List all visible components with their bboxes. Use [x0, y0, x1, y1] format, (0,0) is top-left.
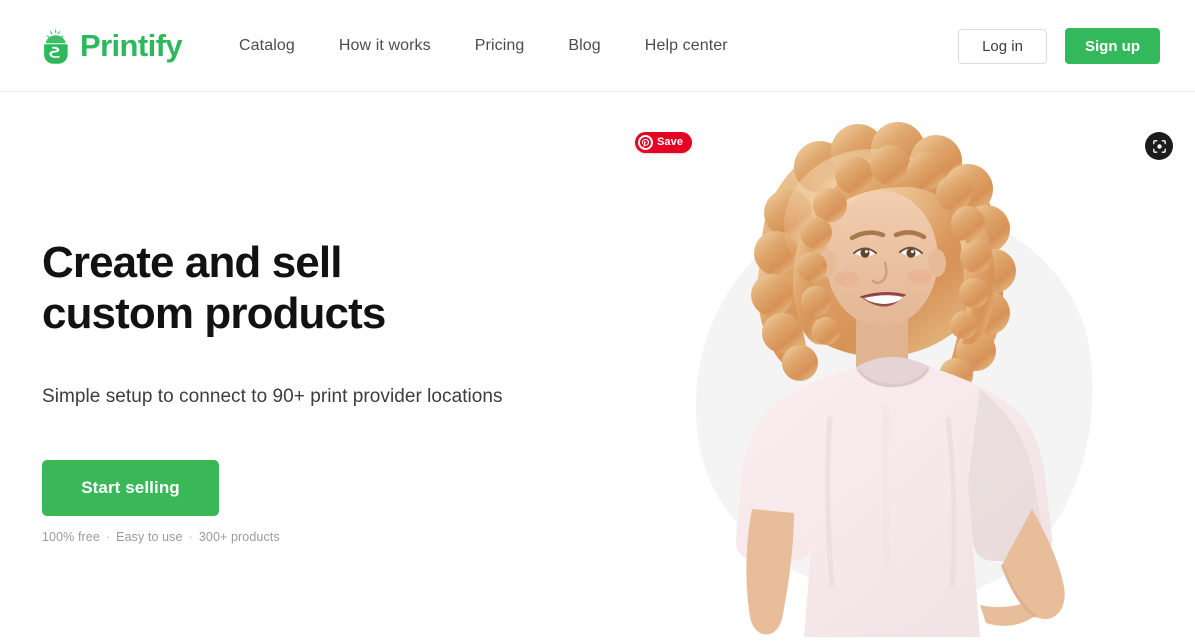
start-selling-button[interactable]: Start selling — [42, 459, 219, 516]
cta-note-separator-1: · — [105, 529, 111, 544]
printify-logo-icon — [41, 27, 71, 65]
sign-up-button[interactable]: Sign up — [1065, 28, 1160, 64]
cta-note-free: 100% free — [42, 529, 100, 544]
log-in-button[interactable]: Log in — [958, 28, 1047, 64]
page-title: Create and sell custom products — [42, 237, 602, 339]
nav-item-pricing[interactable]: Pricing — [475, 29, 525, 63]
nav-item-help-center[interactable]: Help center — [645, 29, 728, 63]
hero-copy: Create and sell custom products Simple s… — [42, 237, 602, 544]
pinterest-save-label: Save — [657, 136, 684, 148]
nav-item-catalog[interactable]: Catalog — [239, 29, 295, 63]
cta-note-easy: Easy to use — [116, 529, 183, 544]
brand-name: Printify — [80, 28, 183, 63]
hero-model-photo — [735, 122, 1065, 637]
pinterest-icon — [638, 135, 653, 150]
screenshot-capture-icon[interactable] — [1145, 132, 1173, 160]
pinterest-save-button[interactable]: Save — [635, 132, 693, 153]
brand-logo-link[interactable]: Printify — [41, 27, 183, 65]
cta-note-separator-2: · — [188, 529, 193, 544]
site-header: Printify Catalog How it works Pricing Bl… — [0, 0, 1195, 92]
main-navigation: Catalog How it works Pricing Blog Help c… — [239, 29, 728, 63]
cta-note: 100% free · Easy to use · 300+ products — [42, 530, 602, 544]
hero-visual: Save — [620, 92, 1195, 642]
hero-section: Create and sell custom products Simple s… — [0, 92, 1195, 642]
auth-actions: Log in Sign up — [958, 0, 1160, 92]
cta-note-products: 300+ products — [198, 529, 280, 544]
hero-title-line-2: custom products — [42, 289, 386, 339]
nav-item-blog[interactable]: Blog — [568, 29, 600, 63]
hero-subtitle: Simple setup to connect to 90+ print pro… — [42, 386, 503, 408]
printify-landing-page: Printify Catalog How it works Pricing Bl… — [0, 0, 1195, 642]
hero-title-line-1: Create and sell — [42, 238, 342, 287]
nav-item-how-it-works[interactable]: How it works — [339, 29, 431, 63]
